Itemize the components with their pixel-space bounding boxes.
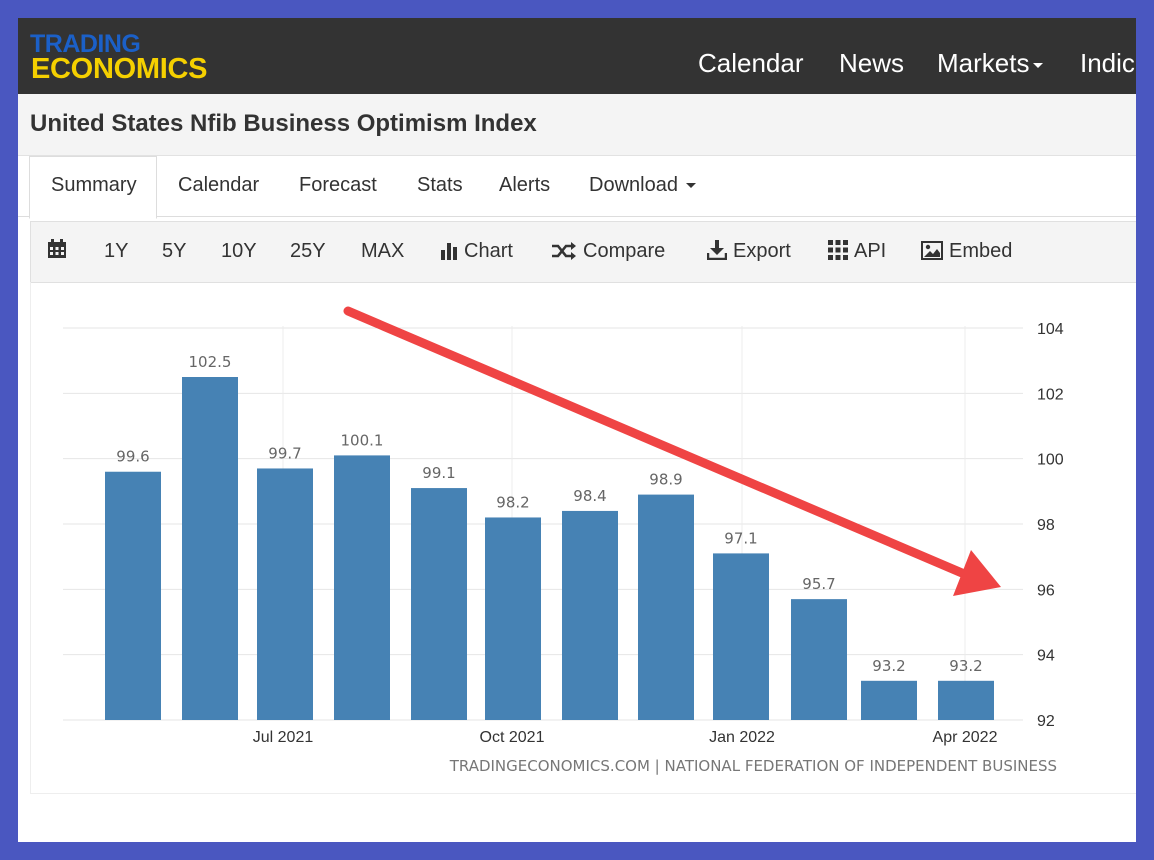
tab-calendar[interactable]: Calendar <box>178 174 259 197</box>
chevron-down-icon <box>1033 62 1044 68</box>
bar[interactable] <box>861 680 917 720</box>
export-label: Export <box>733 240 791 262</box>
bar-value-label: 98.4 <box>573 487 606 505</box>
bar[interactable] <box>411 488 467 720</box>
y-tick-label: 92 <box>1037 713 1055 730</box>
x-tick-label: Jan 2022 <box>709 729 775 746</box>
y-axis: 92 94 96 98 100 102 104 <box>1037 321 1064 730</box>
x-axis: Jul 2021 Oct 2021 Jan 2022 Apr 2022 <box>253 729 998 746</box>
bar[interactable] <box>562 510 618 720</box>
y-tick-label: 96 <box>1037 582 1055 599</box>
x-tick-label: Jul 2021 <box>253 729 314 746</box>
tab-stats[interactable]: Stats <box>417 174 463 197</box>
bar[interactable] <box>485 517 541 720</box>
bar-value-label: 99.6 <box>116 448 149 466</box>
shuffle-icon <box>552 242 576 260</box>
bar-value-label: 99.1 <box>422 464 455 482</box>
bar[interactable] <box>938 680 994 720</box>
y-tick-label: 104 <box>1037 321 1064 338</box>
browser-frame: TRADING ECONOMICS Calendar News Markets … <box>18 18 1136 842</box>
logo-text-economics: ECONOMICS <box>31 53 208 85</box>
tab-summary[interactable]: Summary <box>51 174 137 197</box>
top-navbar: TRADING ECONOMICS Calendar News Markets … <box>18 18 1136 94</box>
y-tick-label: 100 <box>1037 452 1064 469</box>
bar-value-label: 99.7 <box>268 444 301 462</box>
bar-value-label: 100.1 <box>341 431 384 449</box>
y-tick-label: 94 <box>1037 648 1055 665</box>
bar[interactable] <box>105 471 161 720</box>
title-bar: United States Nfib Business Optimism Ind… <box>18 94 1136 156</box>
range-1y-button[interactable]: 1Y <box>104 240 128 263</box>
x-tick-label: Oct 2021 <box>480 729 545 746</box>
chart-type-button[interactable]: Chart <box>440 240 513 263</box>
y-tick-label: 98 <box>1037 517 1055 534</box>
range-10y-button[interactable]: 10Y <box>221 240 257 263</box>
bar-value-label: 98.2 <box>496 493 529 511</box>
tab-download[interactable]: Download <box>589 174 696 197</box>
tab-forecast[interactable]: Forecast <box>299 174 377 197</box>
chevron-down-icon <box>685 183 696 189</box>
bar-value-label: 102.5 <box>189 353 232 371</box>
chart-area: 99.6 102.5 99.7 100.1 99.1 98.2 98.4 98.9 97.1 95… <box>30 282 1136 794</box>
bar[interactable] <box>257 468 313 720</box>
embed-button[interactable]: Embed <box>921 240 1012 263</box>
bars <box>105 377 994 720</box>
bar[interactable] <box>334 455 390 720</box>
tab-download-label: Download <box>589 174 678 196</box>
compare-label: Compare <box>583 240 666 262</box>
bar-value-label: 97.1 <box>724 529 757 547</box>
nav-calendar[interactable]: Calendar <box>698 48 804 78</box>
bar[interactable] <box>791 599 847 720</box>
nav-markets-label: Markets <box>937 48 1030 78</box>
y-tick-label: 102 <box>1037 386 1064 403</box>
bar[interactable] <box>182 377 238 720</box>
bar[interactable] <box>713 553 769 720</box>
grid-icon <box>828 240 848 260</box>
api-label: API <box>854 240 887 262</box>
range-5y-button[interactable]: 5Y <box>162 240 186 263</box>
bar-chart-icon <box>441 243 457 260</box>
calendar-icon[interactable] <box>47 239 73 262</box>
tab-bar: Summary Calendar Forecast Stats Alerts D… <box>18 156 1136 219</box>
tab-alerts[interactable]: Alerts <box>499 174 550 197</box>
nav-markets[interactable]: Markets <box>937 48 1044 78</box>
api-button[interactable]: API <box>828 240 886 263</box>
x-tick-label: Apr 2022 <box>933 729 998 746</box>
bar-chart: 99.6 102.5 99.7 100.1 99.1 98.2 98.4 98.9 97.1 95… <box>63 306 1064 775</box>
bar-value-label: 95.7 <box>802 575 835 593</box>
range-25y-button[interactable]: 25Y <box>290 240 326 263</box>
range-max-button[interactable]: MAX <box>361 240 404 263</box>
download-icon <box>706 240 728 261</box>
embed-label: Embed <box>949 240 1013 262</box>
bar[interactable] <box>638 494 694 720</box>
chart-type-label: Chart <box>464 240 513 262</box>
image-icon <box>921 241 943 260</box>
bar-value-label: 98.9 <box>649 471 682 489</box>
chart-source-credit: TRADINGECONOMICS.COM | NATIONAL FEDERATI… <box>449 757 1057 775</box>
chart-toolbar: 1Y 5Y 10Y 25Y MAX Chart Compare Export A… <box>30 221 1136 283</box>
page-title: United States Nfib Business Optimism Ind… <box>30 110 537 137</box>
bar-value-label: 93.2 <box>949 657 982 675</box>
export-button[interactable]: Export <box>706 240 791 263</box>
bar-value-label: 93.2 <box>872 657 905 675</box>
compare-button[interactable]: Compare <box>551 240 665 263</box>
nav-indicators[interactable]: Indic <box>1080 48 1135 78</box>
nav-news[interactable]: News <box>839 48 904 78</box>
